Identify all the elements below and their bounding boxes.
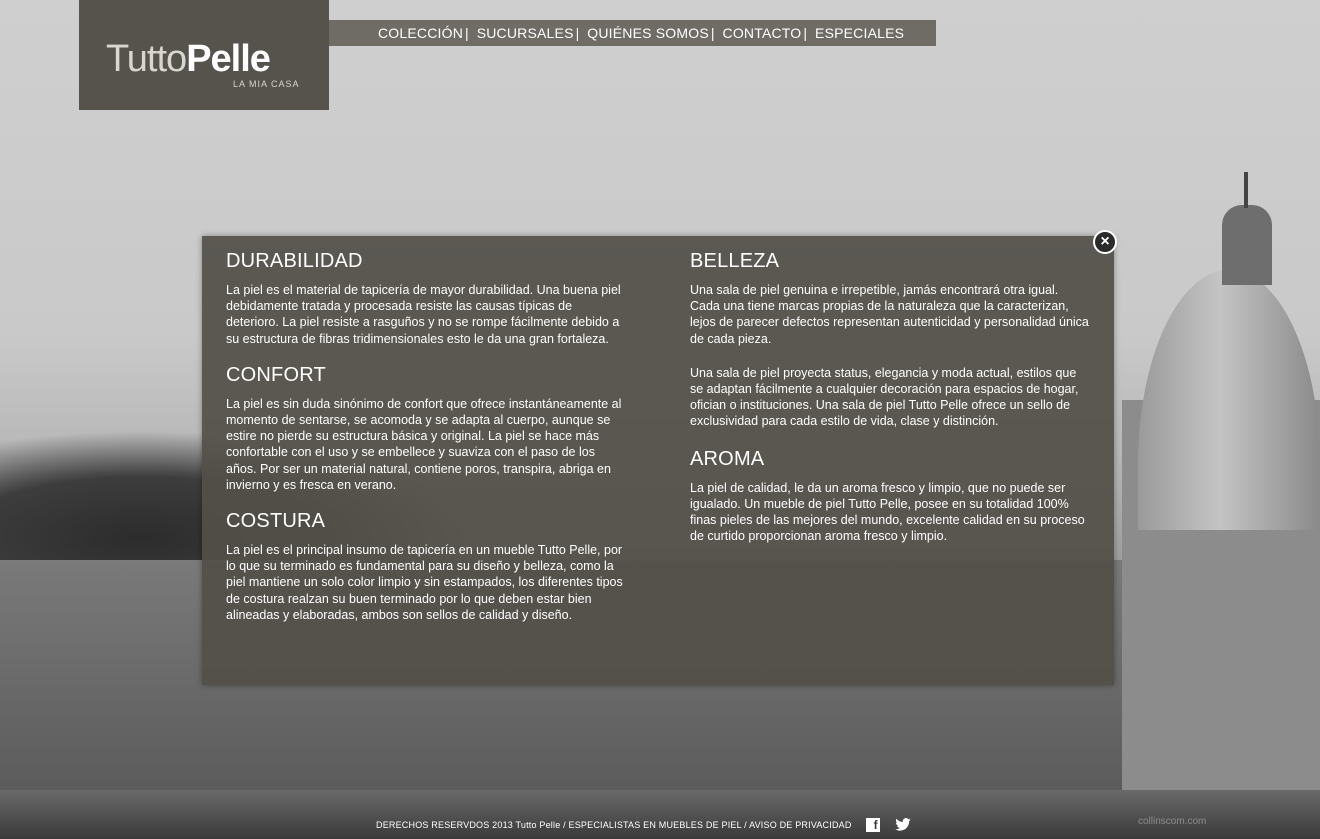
modal-right-column: BELLEZA Una sala de piel genuina e irrep… [690, 250, 1090, 561]
section-text: La piel de calidad, le da un aroma fresc… [690, 480, 1085, 544]
nav-coleccion[interactable]: COLECCIÓN [378, 25, 463, 41]
section-costura: COSTURA La piel es el principal insumo d… [226, 510, 626, 623]
nav-sucursales[interactable]: SUCURSALES [477, 25, 574, 41]
twitter-icon[interactable] [894, 818, 912, 832]
section-title: DURABILIDAD [226, 250, 363, 272]
info-modal: DURABILIDAD La piel es el material de ta… [202, 236, 1114, 685]
section-belleza: BELLEZA Una sala de piel genuina e irrep… [690, 250, 1090, 430]
section-text: Una sala de piel genuina e irrepetible, … [690, 283, 1089, 346]
section-text: La piel es el material de tapicería de m… [226, 283, 621, 346]
nav-separator: | [803, 25, 808, 41]
nav-separator: | [710, 25, 715, 41]
section-title: AROMA [690, 447, 765, 470]
nav-contacto[interactable]: CONTACTO [723, 25, 802, 41]
footer-text[interactable]: DERECHOS RESERVDOS 2013 Tutto Pelle / ES… [376, 820, 852, 830]
nav-especiales[interactable]: ESPECIALES [815, 25, 904, 41]
background-dome [1138, 270, 1320, 530]
main-nav: COLECCIÓN | SUCURSALES | QUIÉNES SOMOS | CO… [329, 20, 936, 46]
logo-wordmark: TuttoPelle [106, 38, 271, 81]
background-cross [1244, 172, 1248, 208]
logo[interactable]: TuttoPelle LA MIA CASA [79, 0, 329, 110]
social-links: f [865, 818, 912, 832]
section-aroma: AROMA La piel de calidad, le da un aroma… [690, 448, 1090, 545]
nav-separator: | [465, 25, 469, 41]
close-button[interactable]: × [1093, 230, 1117, 254]
section-confort: CONFORT La piel es sin duda sinónimo de … [226, 364, 626, 493]
facebook-icon[interactable]: f [865, 818, 880, 832]
section-durabilidad: DURABILIDAD La piel es el material de ta… [226, 250, 626, 347]
nav-separator: | [575, 25, 580, 41]
close-icon: × [1100, 232, 1110, 250]
facebook-glyph: f [873, 818, 878, 832]
section-title: BELLEZA [690, 250, 780, 272]
section-title: COSTURA [226, 510, 326, 533]
section-text: La piel es el principal insumo de tapice… [226, 543, 623, 622]
section-title: CONFORT [226, 363, 326, 386]
nav-quienes-somos[interactable]: QUIÉNES SOMOS [587, 25, 709, 41]
section-text: La piel es sin duda sinónimo de confort … [226, 396, 622, 492]
modal-left-column: DURABILIDAD La piel es el material de ta… [226, 250, 626, 640]
section-text-2: Una sala de piel proyecta status, elegan… [690, 365, 1079, 429]
footer: DERECHOS RESERVDOS 2013 Tutto Pelle / ES… [376, 818, 912, 832]
watermark: collinscom.com [1138, 816, 1207, 827]
logo-part2: Pelle [186, 38, 271, 80]
background-lantern [1222, 205, 1272, 285]
logo-tagline: LA MIA CASA [233, 79, 300, 89]
logo-part1: Tutto [106, 38, 187, 80]
